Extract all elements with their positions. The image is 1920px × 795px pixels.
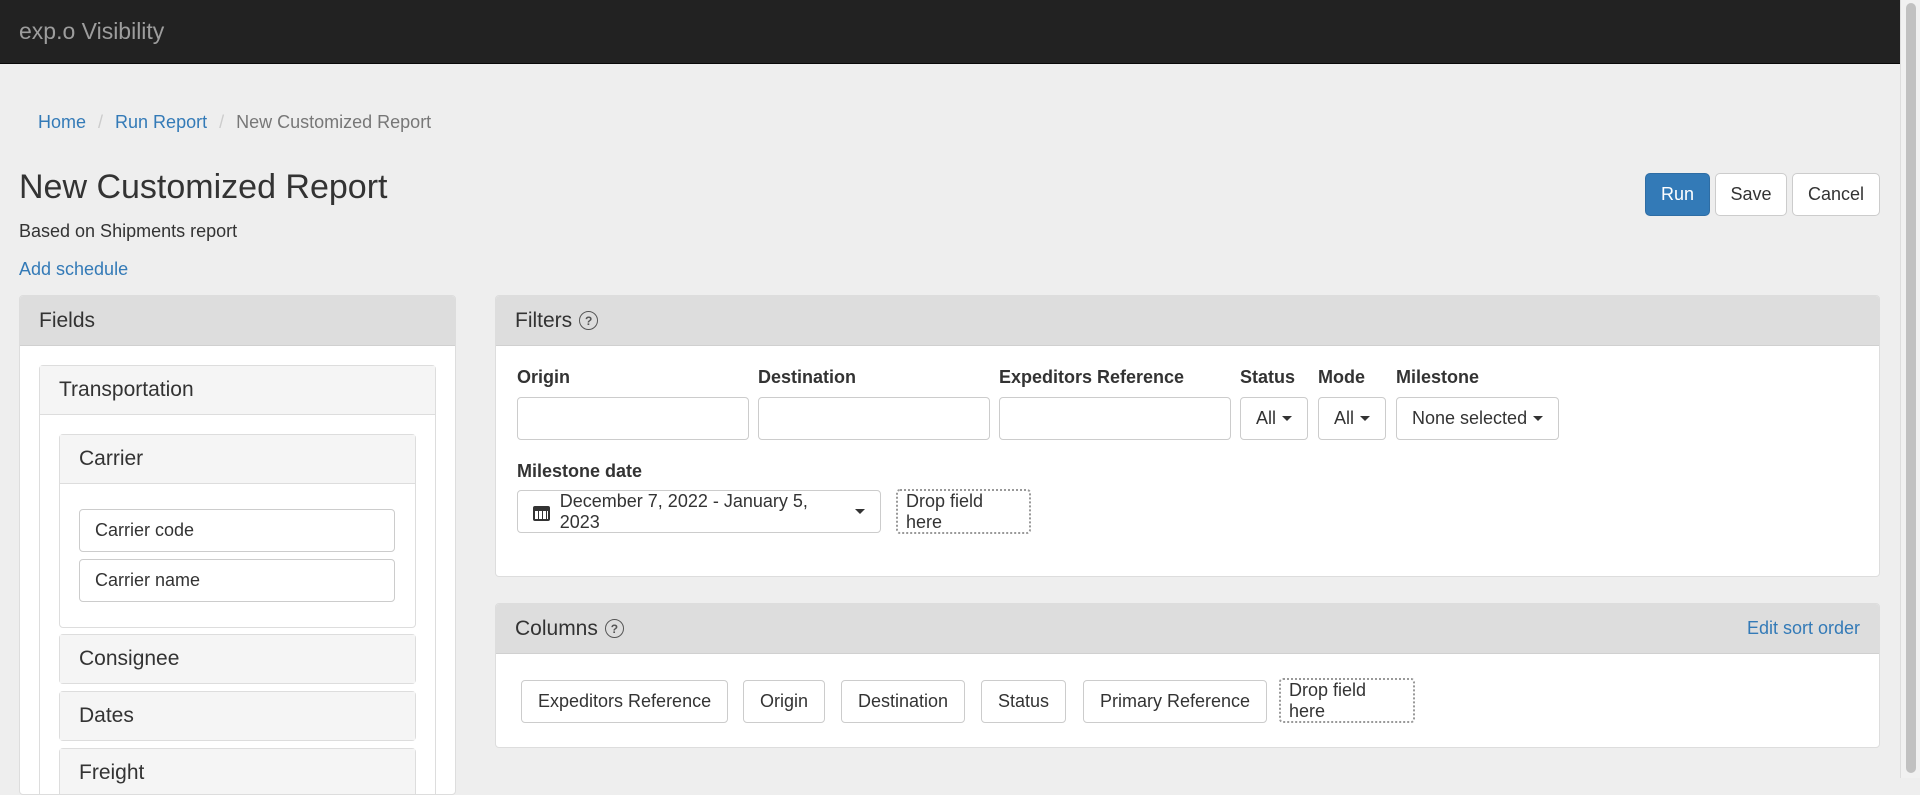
top-navbar: exp.o Visibility [0,0,1900,64]
column-chip-status[interactable]: Status [981,680,1067,723]
caret-down-icon [1282,416,1293,421]
columns-panel-heading: Columns ? Edit sort order [496,604,1879,654]
milestone-dropdown-value: None selected [1412,408,1528,428]
edit-sort-order-link[interactable]: Edit sort order [1747,618,1860,639]
scrollbar-thumb[interactable] [1906,3,1916,773]
origin-label: Origin [517,367,570,387]
add-schedule-link[interactable]: Add schedule [19,259,128,280]
milestone-date-picker[interactable]: December 7, 2022 - January 5, 2023 [517,490,881,533]
breadcrumb-home-link[interactable]: Home [38,112,86,133]
field-group-transportation: Transportation Carrier Carrier code Carr… [39,365,436,794]
page-title: New Customized Report [19,168,388,206]
field-carrier-name[interactable]: Carrier name [79,559,395,602]
report-actions: Run Save Cancel [1645,173,1880,216]
field-section-freight[interactable]: Freight [59,748,416,794]
page-subtitle: Based on Shipments report [19,221,238,241]
field-section-header[interactable]: Consignee [60,635,415,683]
column-drop-zone[interactable]: Drop field here [1279,678,1415,723]
help-icon[interactable]: ? [604,619,624,638]
columns-heading: Columns [515,616,598,640]
field-section-label: Consignee [79,647,180,670]
field-section-header[interactable]: Carrier [60,435,415,484]
caret-down-icon [1533,416,1544,421]
milestone-label: Milestone [1396,367,1480,387]
field-section-header[interactable]: Freight [60,749,415,794]
destination-input[interactable] [758,397,990,440]
page-scrollbar[interactable] [1900,0,1920,778]
columns-panel: Columns ? Edit sort order Expeditors Ref… [495,603,1880,748]
breadcrumb-current: New Customized Report [236,112,432,132]
mode-dropdown[interactable]: All [1318,397,1387,440]
breadcrumb: Home / Run Report / New Customized Repor… [38,112,431,133]
cancel-button[interactable]: Cancel [1792,173,1880,216]
field-section-label: Carrier [79,447,144,470]
expeditors-reference-input[interactable] [999,397,1231,440]
milestone-date-value: December 7, 2022 - January 5, 2023 [559,490,808,532]
milestone-dropdown[interactable]: None selected [1396,397,1560,440]
run-button[interactable]: Run [1645,173,1710,216]
origin-input[interactable] [517,397,749,440]
field-section-label: Freight [79,761,145,784]
column-chip-origin[interactable]: Origin [743,680,826,723]
destination-label: Destination [758,367,857,387]
breadcrumb-run-report-link[interactable]: Run Report [115,112,207,133]
field-group-header[interactable]: Transportation [40,366,435,415]
field-section-consignee[interactable]: Consignee [59,634,416,684]
field-section-label: Dates [79,704,134,727]
expeditors-reference-label: Expeditors Reference [999,367,1185,387]
column-chip-expeditors-reference[interactable]: Expeditors Reference [521,680,729,723]
calendar-icon [533,503,550,521]
field-group-label: Transportation [59,378,194,401]
caret-down-icon [855,509,865,514]
filters-panel: Filters ? Origin Destination Expeditors … [495,295,1880,577]
field-section-header[interactable]: Dates [60,692,415,740]
mode-dropdown-value: All [1334,408,1355,428]
fields-panel-heading: Fields [20,296,455,346]
breadcrumb-separator: / [98,112,104,132]
status-label: Status [1240,367,1296,387]
fields-heading: Fields [39,308,96,332]
filters-panel-heading: Filters ? [496,296,1879,346]
milestone-date-label: Milestone date [517,461,643,481]
brand-logo[interactable]: exp.o Visibility [19,18,164,45]
help-icon[interactable]: ? [579,311,599,330]
filter-drop-zone[interactable]: Drop field here [896,489,1031,534]
field-section-carrier: Carrier Carrier code Carrier name [59,434,416,628]
column-chip-destination[interactable]: Destination [841,680,966,723]
status-dropdown-value: All [1256,408,1277,428]
breadcrumb-separator: / [219,112,225,132]
caret-down-icon [1360,416,1371,421]
status-dropdown[interactable]: All [1240,397,1309,440]
mode-label: Mode [1318,367,1365,387]
column-chip-primary-reference[interactable]: Primary Reference [1083,680,1268,723]
field-section-dates[interactable]: Dates [59,691,416,741]
filters-heading: Filters [515,308,573,332]
save-button[interactable]: Save [1715,173,1787,216]
fields-panel: Fields Transportation Carrier Carrier co… [19,295,456,795]
field-carrier-code[interactable]: Carrier code [79,509,395,552]
